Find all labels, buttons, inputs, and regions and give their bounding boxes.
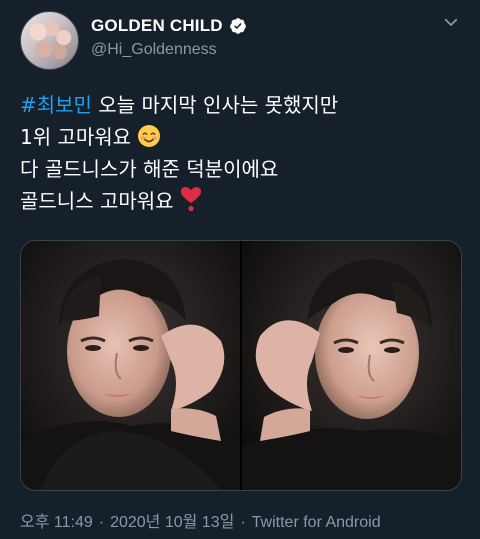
- blushing-smile-emoji-icon: [138, 125, 161, 147]
- display-name[interactable]: GOLDEN CHILD: [91, 16, 223, 36]
- tweet-line-2: 1위 고마워요: [20, 121, 460, 153]
- separator-2: ·: [240, 514, 246, 531]
- chevron-down-icon[interactable]: [442, 13, 460, 31]
- tweet-line-4-text: 골드니스 고마워요: [20, 189, 180, 213]
- tweet-time[interactable]: 오후 11:49: [20, 514, 93, 531]
- separator-1: ·: [98, 514, 105, 531]
- tweet-line-4: 골드니스 고마워요: [20, 185, 460, 217]
- hashtag-link[interactable]: #최보민: [20, 93, 92, 117]
- tweet-date[interactable]: 2020년 10월 13일: [110, 514, 234, 531]
- tweet-body: #최보민 오늘 마지막 인사는 못했지만 1위 고마워요 다 골드니스가 해준 …: [20, 89, 460, 217]
- media-grid: [20, 240, 462, 491]
- photo-left[interactable]: [21, 241, 240, 490]
- tweet-source[interactable]: Twitter for Android: [252, 514, 381, 531]
- tweet-header: GOLDEN CHILD @Hi_Goldenness: [20, 11, 460, 70]
- account-handle[interactable]: @Hi_Goldenness: [91, 41, 217, 59]
- name-row: GOLDEN CHILD: [91, 16, 247, 36]
- photo-right[interactable]: [242, 241, 461, 490]
- profile-avatar[interactable]: [20, 11, 79, 70]
- tweet-line-2-text: 1위 고마워요: [20, 125, 138, 149]
- tweet-meta: 오후 11:49 · 2020년 10월 13일 · Twitter for Andro…: [20, 508, 381, 532]
- selfie-photo-right: [242, 241, 461, 490]
- tweet-line-1: #최보민 오늘 마지막 인사는 못했지만: [20, 89, 460, 121]
- tweet-line-3: 다 골드니스가 해준 덕분이에요: [20, 157, 279, 181]
- heart-exclamation-emoji-icon: [180, 187, 201, 212]
- verified-badge-icon: [229, 18, 246, 34]
- selfie-photo-left: [21, 241, 240, 490]
- tweet-line-1-text: 오늘 마지막 인사는 못했지만: [91, 93, 339, 117]
